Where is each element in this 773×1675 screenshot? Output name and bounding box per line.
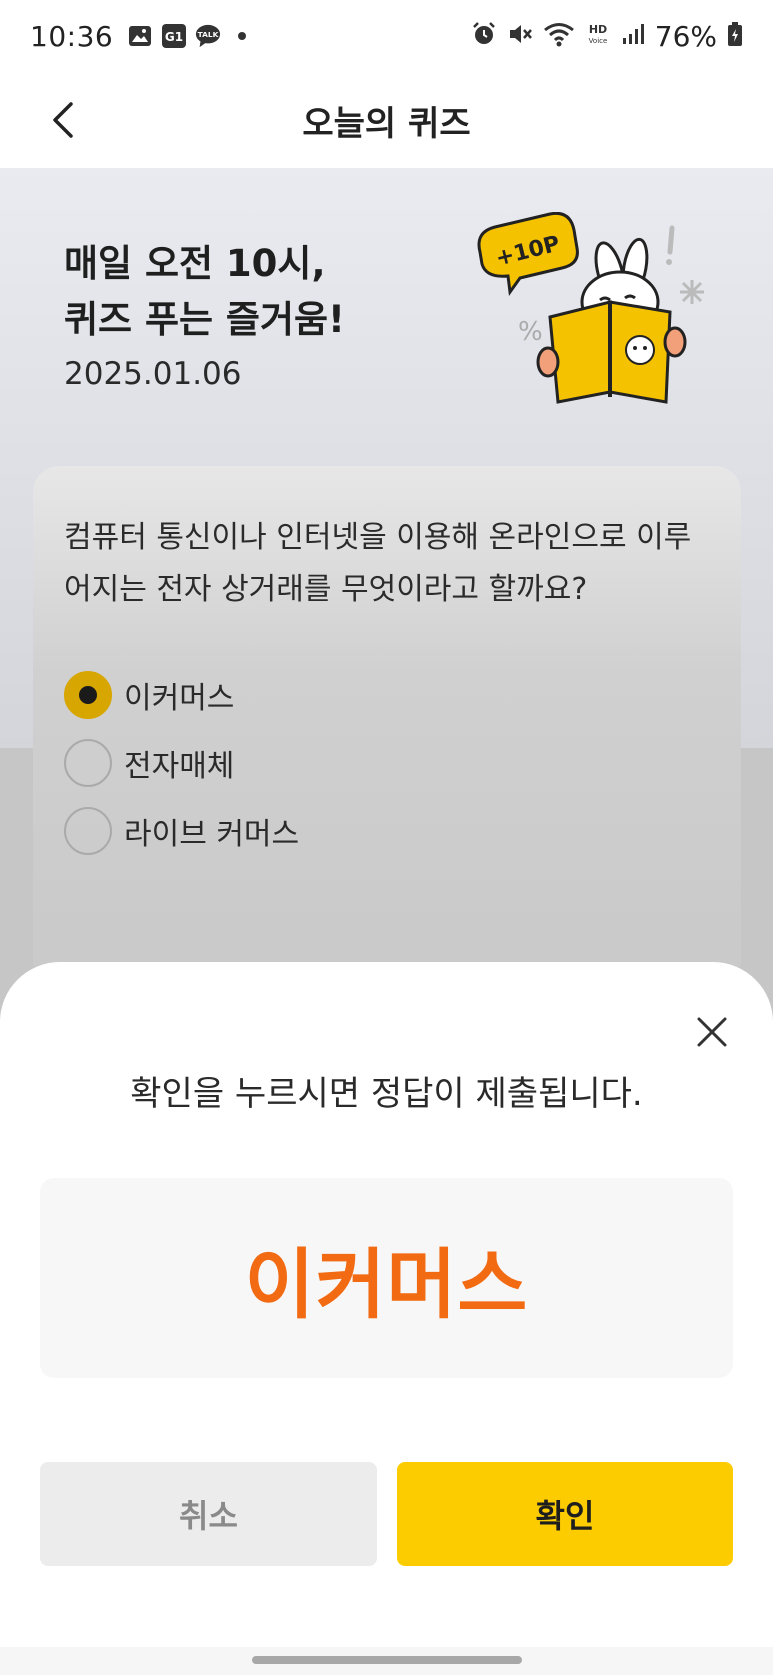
g1-app-text: G1 bbox=[165, 30, 183, 44]
option-label: 라이브 커머스 bbox=[124, 817, 300, 852]
signal-icon bbox=[621, 22, 645, 50]
quiz-option-1[interactable]: 이커머스 bbox=[64, 670, 234, 720]
radio-icon[interactable] bbox=[64, 739, 112, 787]
radio-selected-icon[interactable] bbox=[64, 671, 112, 719]
mute-icon bbox=[507, 21, 533, 51]
cancel-button[interactable]: 취소 bbox=[40, 1462, 377, 1566]
hero-date: 2025.01.06 bbox=[64, 356, 242, 392]
wifi-icon bbox=[543, 21, 575, 51]
quiz-option-3[interactable]: 라이브 커머스 bbox=[64, 806, 299, 856]
radio-icon[interactable] bbox=[64, 807, 112, 855]
points-badge: +10P bbox=[477, 212, 579, 296]
close-icon bbox=[697, 1017, 727, 1047]
confirm-message: 확인을 누르시면 정답이 제출됩니다. bbox=[130, 1074, 643, 1114]
chevron-left-icon bbox=[53, 102, 73, 138]
g1-app-icon: G1 bbox=[161, 23, 187, 49]
back-button[interactable] bbox=[36, 94, 88, 146]
confirm-button[interactable]: 확인 bbox=[397, 1462, 733, 1566]
home-indicator[interactable] bbox=[252, 1656, 522, 1664]
selected-answer-box: 이커머스 bbox=[40, 1178, 733, 1378]
quiz-question: 컴퓨터 통신이나 인터넷을 이용해 온라인으로 이루어지는 전자 상거래를 무엇… bbox=[64, 520, 692, 607]
status-time: 10:36 bbox=[30, 19, 114, 53]
battery-percent: 76% bbox=[654, 19, 717, 53]
status-bar: 10:36 G1 TALK HD Voice 76% bbox=[0, 0, 773, 72]
voice-text: Voice bbox=[588, 37, 607, 45]
hero-title: 매일 오전 10시, 퀴즈 푸는 즐거움! bbox=[64, 242, 345, 341]
kakaotalk-text: TALK bbox=[198, 30, 219, 39]
hd-voice-icon: HD Voice bbox=[585, 21, 611, 51]
status-right-group: HD Voice 76% bbox=[471, 20, 743, 53]
option-label: 전자매체 bbox=[124, 749, 235, 784]
hd-text: HD bbox=[589, 23, 607, 36]
battery-icon bbox=[727, 21, 743, 51]
image-icon bbox=[127, 23, 153, 49]
alarm-icon bbox=[471, 21, 497, 51]
app-header: 오늘의 퀴즈 bbox=[0, 72, 773, 168]
quiz-option-2[interactable]: 전자매체 bbox=[64, 738, 234, 788]
option-label: 이커머스 bbox=[124, 681, 235, 716]
svg-text:%: % bbox=[518, 317, 543, 347]
page-title: 오늘의 퀴즈 bbox=[302, 103, 471, 144]
close-button[interactable] bbox=[688, 1008, 736, 1056]
dot-icon bbox=[229, 23, 255, 49]
rabbit-reading-illustration: +10P % bbox=[477, 212, 704, 404]
selected-answer-text: 이커머스 bbox=[244, 1240, 529, 1329]
kakaotalk-icon: TALK bbox=[195, 23, 221, 49]
